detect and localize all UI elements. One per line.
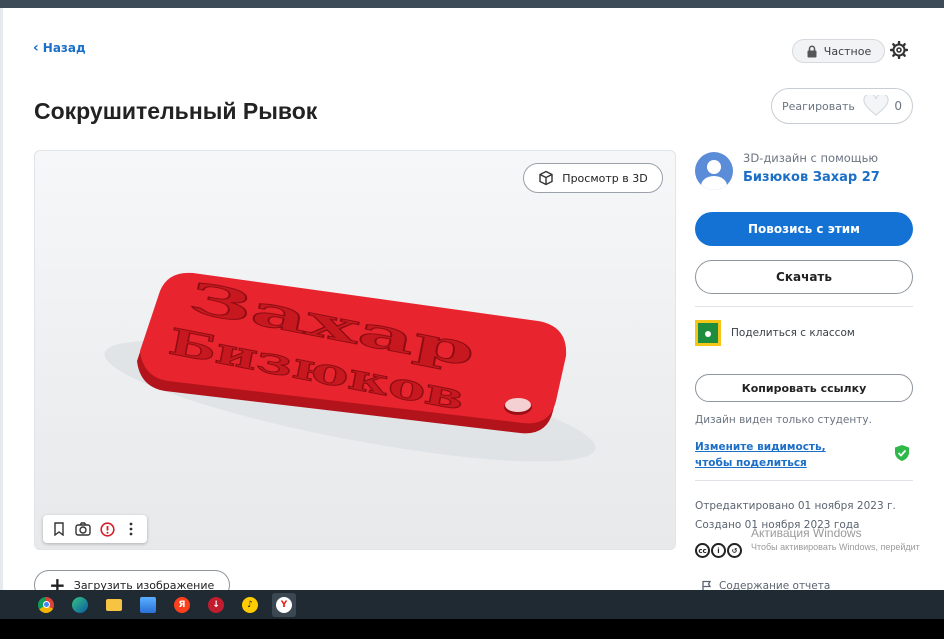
view-3d-label: Просмотр в 3D: [562, 171, 648, 185]
upload-label: Загрузить изображение: [73, 578, 215, 591]
keychain-model: Захар Бизюков: [104, 272, 596, 462]
back-link[interactable]: ‹ Назад: [33, 40, 86, 56]
divider: [695, 306, 913, 307]
window-top-strip: [0, 0, 944, 8]
bottom-bezel: [0, 619, 944, 639]
report-label: Содержание отчета: [719, 580, 831, 590]
design-page: ‹ Назад Частное Сокрушительный Рывок Реа…: [3, 8, 944, 590]
chevron-left-icon: ‹: [33, 40, 39, 56]
lock-icon: [807, 45, 817, 57]
reaction-count: 0: [894, 99, 902, 113]
author-name-link[interactable]: Бизюков Захар 27: [743, 170, 880, 185]
cc-sa-icon: ↺: [727, 543, 742, 558]
yandex-browser-icon[interactable]: Y: [272, 592, 296, 617]
cc-by-icon: i: [711, 543, 726, 558]
bookmark-icon[interactable]: [50, 520, 68, 538]
author-block: 3D-дизайн с помощью Бизюков Захар 27: [695, 150, 913, 200]
taskbar: Я ↓ ♪ Y: [0, 590, 944, 619]
windows-activation-watermark: Активация Windows Чтобы активировать Win…: [751, 526, 920, 552]
activation-subtitle: Чтобы активировать Windows, перейдит: [751, 542, 920, 552]
heart-icon: [863, 95, 889, 116]
copy-link-button[interactable]: Копировать ссылку: [695, 374, 913, 402]
activation-title: Активация Windows: [751, 526, 862, 540]
privacy-badge[interactable]: Частное: [792, 39, 885, 63]
yandex-music-icon[interactable]: ♪: [238, 593, 262, 617]
report-alert-icon[interactable]: [98, 520, 116, 538]
tinker-this-button[interactable]: Повозись с этим: [695, 212, 913, 246]
edge-icon[interactable]: [68, 593, 92, 617]
change-visibility-link[interactable]: Измените видимость, чтобы поделиться: [695, 439, 865, 471]
screen: ‹ Назад Частное Сокрушительный Рывок Реа…: [0, 0, 944, 639]
visibility-note: Дизайн виден только студенту.: [695, 414, 872, 426]
plus-icon: +: [49, 573, 66, 590]
page-title: Сокрушительный Рывок: [34, 98, 318, 124]
cc-icon: cc: [695, 543, 710, 558]
share-with-class[interactable]: Поделиться с классом: [695, 320, 913, 346]
yandex-icon[interactable]: Я: [170, 593, 194, 617]
gear-icon[interactable]: [890, 41, 908, 59]
privacy-label: Частное: [823, 44, 872, 58]
app-icon[interactable]: [136, 593, 160, 617]
view-3d-button[interactable]: Просмотр в 3D: [523, 163, 663, 193]
file-explorer-icon[interactable]: [102, 593, 126, 617]
more-options-icon[interactable]: [122, 520, 140, 538]
react-button[interactable]: Реагировать 0: [771, 88, 913, 124]
avatar[interactable]: [695, 152, 733, 190]
designed-by-label: 3D-дизайн с помощью: [743, 151, 879, 165]
chrome-icon[interactable]: [34, 593, 58, 617]
cube-icon: [539, 170, 553, 186]
camera-icon[interactable]: [74, 520, 92, 538]
upload-image-button[interactable]: + Загрузить изображение: [34, 570, 230, 590]
divider: [695, 480, 913, 481]
shield-check-icon: [895, 445, 909, 461]
viewer-toolbar: [43, 515, 147, 543]
report-content-link[interactable]: Содержание отчета: [701, 580, 830, 590]
flag-icon: [702, 580, 712, 590]
creative-commons-license[interactable]: cc i ↺: [695, 543, 742, 558]
share-class-label: Поделиться с классом: [731, 327, 855, 339]
google-classroom-icon: [695, 320, 721, 346]
model-viewer[interactable]: Просмотр в 3D Захар Бизюков: [34, 150, 676, 550]
react-label: Реагировать: [782, 99, 855, 113]
back-label: Назад: [42, 41, 86, 55]
download-button[interactable]: Скачать: [695, 260, 913, 294]
download-manager-icon[interactable]: ↓: [204, 593, 228, 617]
edited-date: Отредактировано 01 ноября 2023 г.: [695, 500, 896, 512]
